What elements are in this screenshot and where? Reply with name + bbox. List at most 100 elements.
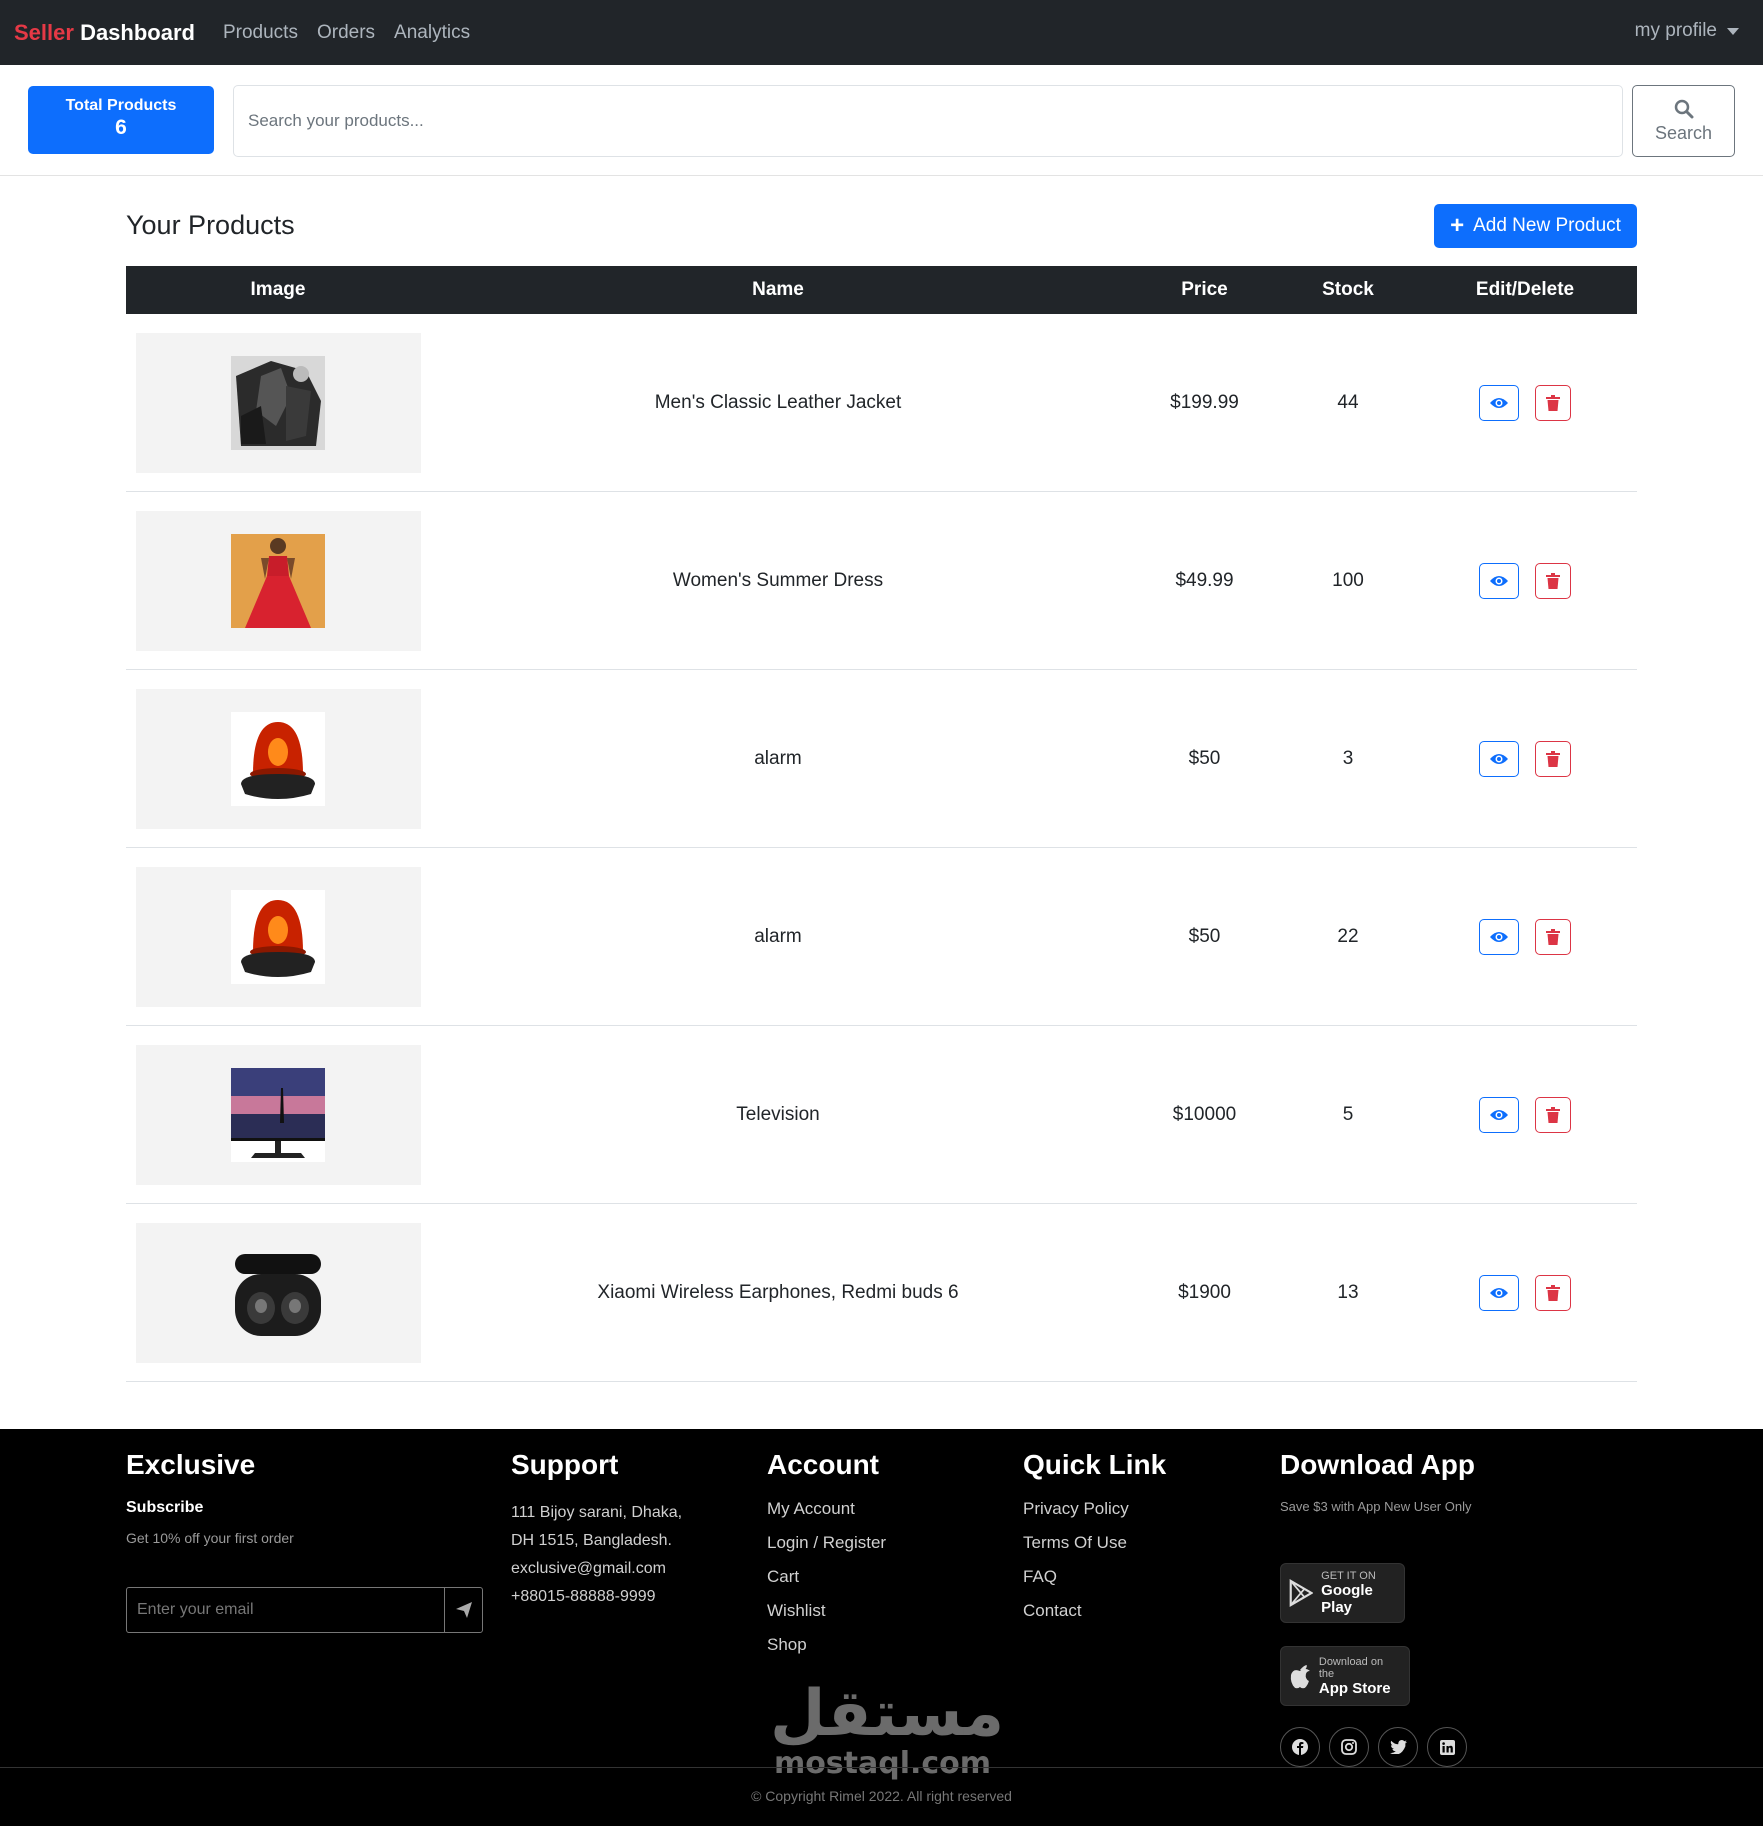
product-price: $50	[1188, 747, 1221, 769]
google-play-icon	[1289, 1579, 1314, 1607]
apple-icon	[1290, 1665, 1310, 1689]
subscribe-offer: Get 10% off your first order	[126, 1530, 294, 1546]
send-icon	[455, 1602, 472, 1618]
brand-dashboard-text: Dashboard	[80, 19, 195, 45]
support-email[interactable]: exclusive@gmail.com	[511, 1555, 682, 1583]
footer-exclusive-title: Exclusive	[126, 1449, 256, 1480]
trash-icon	[1546, 1284, 1560, 1301]
copyright-text: © Copyright Rimel 2022. All right reserv…	[0, 1767, 1763, 1804]
page-title: Your Products	[126, 210, 295, 240]
facebook-icon[interactable]	[1280, 1727, 1320, 1767]
delete-button[interactable]	[1535, 1096, 1571, 1133]
column-header-edit-delete: Edit/Delete	[1475, 279, 1575, 300]
delete-button[interactable]	[1535, 384, 1571, 421]
google-play-badge[interactable]: GET IT ON Google Play	[1280, 1563, 1405, 1623]
column-header-name: Name	[752, 279, 804, 300]
footer-link-contact[interactable]: Contact	[1023, 1601, 1166, 1621]
google-play-big: Google Play	[1321, 1582, 1373, 1616]
view-button[interactable]	[1479, 1274, 1519, 1311]
search-button-label: Search	[1654, 122, 1713, 143]
leather-jacket-image	[231, 355, 325, 450]
product-image-frame	[135, 1044, 421, 1185]
app-store-badge[interactable]: Download on the App Store	[1280, 1646, 1410, 1706]
table-row: Xiaomi Wireless Earphones, Redmi buds 6 …	[126, 1204, 1637, 1382]
footer-link-my-account[interactable]: My Account	[767, 1499, 886, 1519]
products-table: Image Name Price Stock Edit/Delete Men's…	[126, 266, 1637, 1382]
footer-link-login-register[interactable]: Login / Register	[767, 1533, 886, 1553]
view-button[interactable]	[1479, 562, 1519, 599]
delete-button[interactable]	[1535, 562, 1571, 599]
linkedin-icon[interactable]	[1427, 1727, 1467, 1767]
product-image-frame	[135, 332, 421, 473]
footer-link-cart[interactable]: Cart	[767, 1567, 886, 1587]
app-store-big: App Store	[1318, 1679, 1391, 1697]
trash-icon	[1546, 750, 1560, 767]
total-products-card: Total Products 6	[28, 86, 214, 154]
product-stock: 100	[1332, 569, 1364, 591]
support-phone[interactable]: +88015-88888-9999	[511, 1583, 682, 1611]
footer-download-title: Download App	[1280, 1449, 1475, 1480]
summer-dress-image	[231, 533, 325, 628]
watermark-arabic: مستقل	[770, 1677, 1005, 1751]
delete-button[interactable]	[1535, 918, 1571, 955]
product-image-frame	[135, 866, 421, 1007]
instagram-icon[interactable]	[1329, 1727, 1369, 1767]
footer-link-faq[interactable]: FAQ	[1023, 1567, 1166, 1587]
footer-link-shop[interactable]: Shop	[767, 1635, 886, 1655]
download-note: Save $3 with App New User Only	[1280, 1499, 1472, 1514]
product-image-frame	[135, 688, 421, 829]
footer-exclusive: Exclusive Subscribe Get 10% off your fir…	[126, 1449, 486, 1649]
table-header: Image Name Price Stock Edit/Delete	[126, 266, 1637, 314]
add-new-product-button[interactable]: + Add New Product	[1434, 204, 1637, 248]
product-name: Television	[736, 1103, 820, 1125]
nav-link-products[interactable]: Products	[223, 22, 298, 44]
eye-icon	[1490, 1109, 1508, 1120]
email-field[interactable]	[127, 1588, 446, 1632]
search-button[interactable]: Search	[1632, 85, 1735, 157]
brand-logo[interactable]: Seller Dashboard	[14, 20, 195, 46]
product-price: $50	[1188, 925, 1221, 947]
footer-link-wishlist[interactable]: Wishlist	[767, 1601, 886, 1621]
footer-download-app: Download App Save $3 with App New User O…	[1280, 1449, 1580, 1779]
subscribe-heading: Subscribe	[126, 1499, 204, 1516]
product-price: $49.99	[1175, 569, 1234, 591]
app-store-small: Download on the	[1318, 1655, 1384, 1680]
view-button[interactable]	[1479, 918, 1519, 955]
twitter-icon[interactable]	[1378, 1727, 1418, 1767]
nav-link-analytics[interactable]: Analytics	[394, 22, 470, 44]
view-button[interactable]	[1479, 1096, 1519, 1133]
footer-link-privacy-policy[interactable]: Privacy Policy	[1023, 1499, 1166, 1519]
product-stock: 5	[1342, 1103, 1354, 1125]
total-products-count: 6	[115, 116, 127, 139]
product-price: $199.99	[1170, 391, 1239, 413]
product-name: Men's Classic Leather Jacket	[654, 391, 902, 413]
footer-link-terms-of-use[interactable]: Terms Of Use	[1023, 1533, 1166, 1553]
subscribe-send-button[interactable]	[445, 1588, 482, 1632]
view-button[interactable]	[1479, 740, 1519, 777]
product-name: alarm	[754, 747, 802, 769]
eye-icon	[1490, 1287, 1508, 1298]
product-name: Women's Summer Dress	[672, 569, 884, 591]
nav-link-orders[interactable]: Orders	[317, 22, 375, 44]
delete-button[interactable]	[1535, 1274, 1571, 1311]
footer-support: Support 111 Bijoy sarani, Dhaka, DH 1515…	[511, 1449, 682, 1611]
total-products-label: Total Products	[65, 97, 177, 114]
footer-quick-link: Quick Link Privacy Policy Terms Of Use F…	[1023, 1449, 1166, 1635]
plus-icon: +	[1450, 212, 1465, 239]
trash-icon	[1546, 394, 1560, 411]
profile-dropdown[interactable]: my profile	[1635, 20, 1739, 42]
site-footer: Exclusive Subscribe Get 10% off your fir…	[0, 1429, 1763, 1826]
product-price: $10000	[1172, 1103, 1237, 1125]
footer-support-title: Support	[511, 1449, 619, 1480]
trash-icon	[1546, 928, 1560, 945]
view-button[interactable]	[1479, 384, 1519, 421]
product-name: Xiaomi Wireless Earphones, Redmi buds 6	[597, 1281, 959, 1303]
search-input[interactable]	[233, 85, 1623, 157]
delete-button[interactable]	[1535, 740, 1571, 777]
eye-icon	[1490, 753, 1508, 764]
alarm-light-image	[231, 889, 325, 984]
product-stock: 13	[1337, 1281, 1359, 1303]
product-image-frame	[135, 1222, 421, 1363]
footer-quick-link-title: Quick Link	[1023, 1449, 1167, 1480]
table-row: Men's Classic Leather Jacket $199.99 44	[126, 314, 1637, 492]
